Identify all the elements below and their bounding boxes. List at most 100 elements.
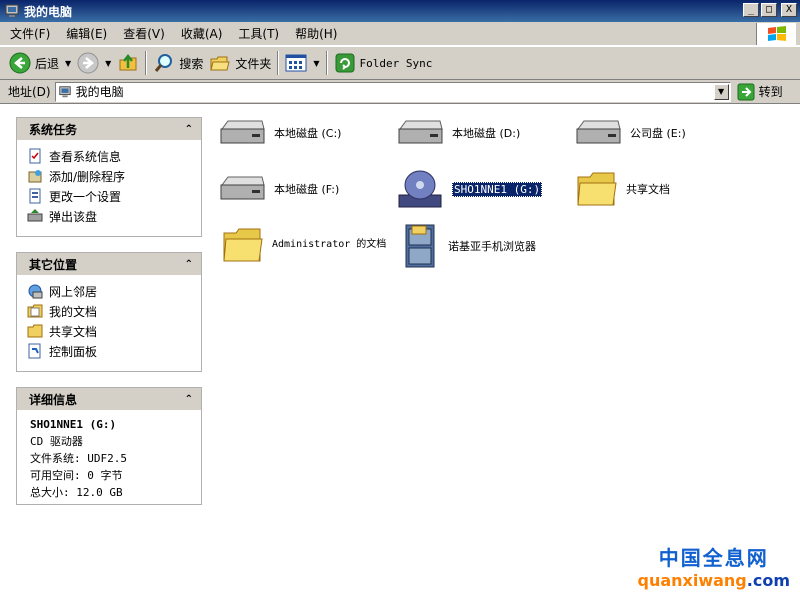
up-folder-button[interactable] — [114, 49, 142, 77]
menu-edit[interactable]: 编辑(E) — [58, 24, 115, 44]
other-places-panel: 其它位置 ⌃ 网上邻居 我的文档 共享文档 控制面板 — [16, 252, 202, 372]
folders-label: 文件夹 — [235, 56, 272, 71]
folders-icon — [210, 56, 230, 71]
toolbar-separator — [325, 51, 328, 75]
watermark: 中国全息网 quanxiwang.com — [638, 542, 791, 590]
details-free-space: 可用空间: 0 字节 — [30, 469, 123, 482]
folder-sync-label: Folder Sync — [359, 56, 433, 70]
watermark-url-a: quanxiwang — [637, 571, 747, 590]
item-label: 诺基亚手机浏览器 — [448, 240, 536, 253]
menu-bar: 文件(F) 编辑(E) 查看(V) 收藏(A) 工具(T) 帮助(H) — [0, 22, 800, 46]
menu-view[interactable]: 查看(V) — [115, 24, 173, 44]
search-button[interactable]: 搜索 — [150, 49, 206, 77]
network-icon — [28, 284, 43, 299]
task-add-remove-programs[interactable]: 添加/删除程序 — [27, 166, 201, 186]
go-button[interactable]: 转到 — [737, 83, 783, 101]
file-cabinet-icon — [405, 224, 435, 268]
drive-item-e[interactable]: 公司盘 (E:) — [574, 117, 686, 149]
task-label: 添加/删除程序 — [49, 169, 126, 184]
my-computer-icon — [5, 4, 19, 17]
content-area: 系统任务 ⌃ 查看系统信息 添加/删除程序 更改一个设置 弹出该盘 其它位置 ⌃… — [0, 105, 800, 600]
eject-icon — [27, 209, 43, 222]
title-bar: 我的电脑 _ □ X — [0, 0, 800, 22]
folder-item-admin-docs[interactable]: Administrator 的文档 — [222, 225, 388, 265]
place-shared-documents[interactable]: 共享文档 — [27, 321, 201, 341]
hard-drive-icon — [220, 120, 265, 144]
folder-sync-button[interactable]: Folder Sync — [331, 49, 436, 77]
folder-icon — [27, 324, 43, 338]
forward-dropdown-icon[interactable]: ▼ — [105, 59, 111, 68]
place-control-panel[interactable]: 控制面板 — [27, 341, 201, 361]
address-input[interactable]: 我的电脑 ▼ — [54, 81, 731, 102]
views-icon — [285, 54, 307, 72]
close-button[interactable]: X — [781, 3, 797, 17]
toolbar-separator — [277, 51, 280, 75]
task-label: 查看系统信息 — [49, 149, 122, 164]
details-name: SHO1NNE1 (G:) — [30, 418, 117, 431]
back-button[interactable]: 后退 ▼ — [6, 49, 74, 77]
views-dropdown-icon[interactable]: ▼ — [313, 59, 319, 68]
toolbar: 后退 ▼ ▼ 搜索 文件夹 ▼ Folder Sync — [0, 46, 800, 80]
views-button[interactable]: ▼ — [282, 49, 322, 77]
details-type: CD 驱动器 — [30, 435, 83, 448]
item-label: 本地磁盘 (F:) — [274, 183, 340, 196]
place-network[interactable]: 网上邻居 — [27, 281, 201, 301]
hard-drive-icon — [576, 120, 621, 144]
other-places-header[interactable]: 其它位置 ⌃ — [17, 253, 201, 275]
go-label: 转到 — [758, 85, 783, 99]
collapse-icon[interactable]: ⌃ — [185, 124, 193, 135]
folder-item-nokia-browser[interactable]: 诺基亚手机浏览器 — [400, 221, 536, 271]
toolbar-separator — [145, 51, 148, 75]
settings-icon — [29, 188, 41, 204]
folder-item-shared-docs[interactable]: 共享文档 — [576, 169, 670, 209]
up-folder-icon — [119, 53, 137, 71]
windows-logo-icon — [756, 23, 796, 45]
address-bar: 地址(D) 我的电脑 ▼ 转到 — [0, 80, 800, 104]
item-label: 公司盘 (E:) — [630, 127, 686, 140]
task-eject-disc[interactable]: 弹出该盘 — [27, 206, 201, 226]
item-label: Administrator 的文档 — [272, 239, 387, 250]
cd-drive-icon — [398, 170, 442, 208]
menu-help[interactable]: 帮助(H) — [287, 24, 345, 44]
system-tasks-header[interactable]: 系统任务 ⌃ — [17, 118, 201, 140]
folders-button[interactable]: 文件夹 — [206, 49, 274, 77]
my-computer-icon — [58, 85, 71, 97]
task-view-system-info[interactable]: 查看系统信息 — [27, 146, 201, 166]
forward-arrow-icon — [77, 52, 99, 74]
back-label: 后退 — [35, 56, 60, 71]
maximize-button[interactable]: □ — [761, 3, 777, 17]
watermark-url-b: .com — [746, 571, 790, 590]
collapse-icon[interactable]: ⌃ — [185, 259, 193, 270]
task-label: 更改一个设置 — [49, 189, 122, 204]
details-panel: 详细信息 ⌃ SHO1NNE1 (G:) CD 驱动器 文件系统: UDF2.5… — [16, 387, 202, 505]
search-icon — [155, 54, 173, 72]
menu-file[interactable]: 文件(F) — [0, 24, 58, 44]
watermark-url: quanxiwang.com — [638, 571, 791, 590]
other-places-title: 其它位置 — [29, 257, 78, 272]
back-dropdown-icon[interactable]: ▼ — [65, 59, 71, 68]
hard-drive-icon — [220, 176, 265, 200]
address-label: 地址(D) — [8, 85, 51, 99]
system-info-icon — [29, 148, 41, 164]
place-label: 控制面板 — [49, 344, 98, 359]
address-dropdown-icon[interactable]: ▼ — [713, 83, 729, 100]
task-change-setting[interactable]: 更改一个设置 — [27, 186, 201, 206]
documents-icon — [27, 304, 43, 318]
drive-item-d[interactable]: 本地磁盘 (D:) — [396, 117, 520, 149]
drive-item-g[interactable]: SHO1NNE1 (G:) — [396, 165, 543, 213]
minimize-button[interactable]: _ — [743, 3, 759, 17]
collapse-icon[interactable]: ⌃ — [185, 394, 193, 405]
drive-item-f[interactable]: 本地磁盘 (F:) — [218, 173, 339, 205]
menu-favorites[interactable]: 收藏(A) — [173, 24, 231, 44]
drive-item-c[interactable]: 本地磁盘 (C:) — [218, 117, 341, 149]
system-tasks-title: 系统任务 — [29, 122, 78, 137]
menu-tools[interactable]: 工具(T) — [230, 24, 287, 44]
folder-icon — [223, 228, 263, 262]
details-title: 详细信息 — [29, 392, 78, 407]
details-header[interactable]: 详细信息 ⌃ — [17, 388, 201, 410]
place-my-documents[interactable]: 我的文档 — [27, 301, 201, 321]
address-value: 我的电脑 — [75, 85, 124, 99]
forward-button[interactable]: ▼ — [74, 49, 114, 77]
hard-drive-icon — [398, 120, 443, 144]
folder-icon — [577, 172, 617, 206]
